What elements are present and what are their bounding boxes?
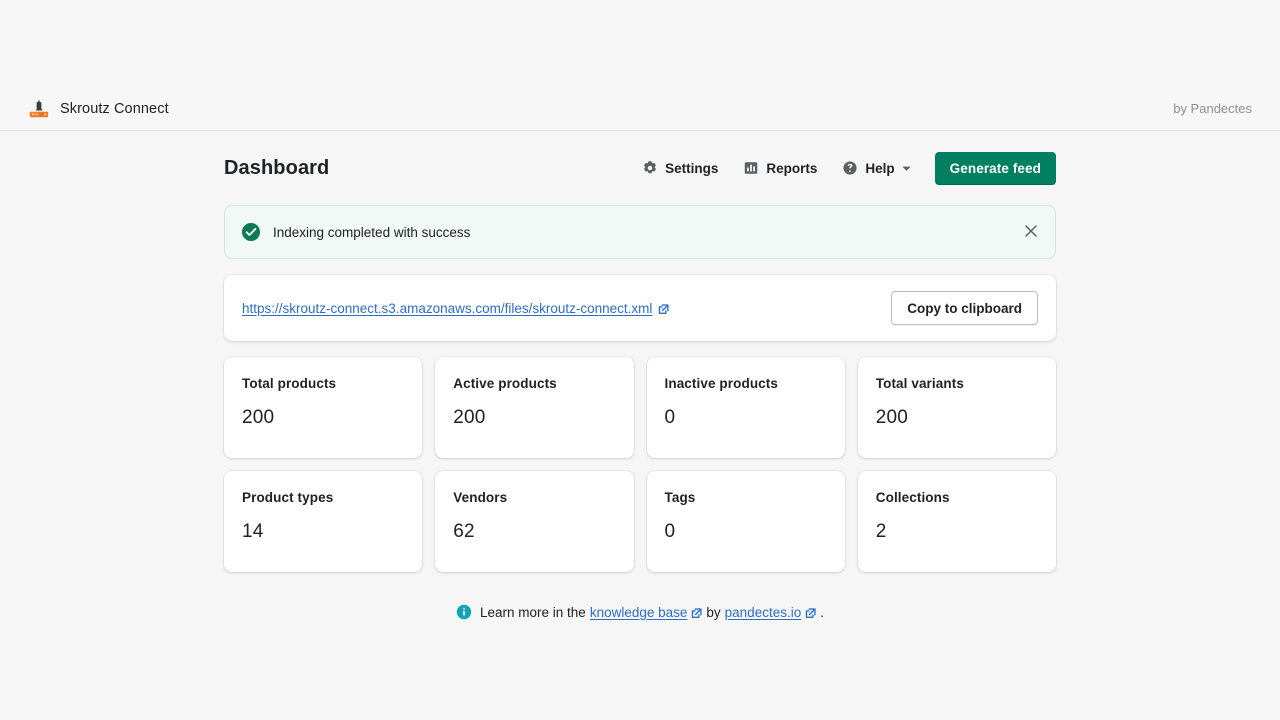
- stat-card-inactive-products: Inactive products 0: [647, 357, 845, 458]
- stat-value: 2: [876, 521, 1038, 543]
- app-bar-brand: Skroutz Connect: [28, 98, 169, 120]
- pandectes-link-label: pandectes.io: [725, 605, 802, 620]
- success-banner: Indexing completed with success: [224, 205, 1056, 259]
- copy-to-clipboard-button[interactable]: Copy to clipboard: [891, 291, 1038, 325]
- stat-value: 14: [242, 521, 404, 543]
- reports-button-label: Reports: [766, 161, 817, 176]
- stat-label: Inactive products: [665, 376, 827, 391]
- info-circle-icon: [456, 604, 472, 620]
- gear-icon: [641, 160, 658, 177]
- stat-value: 0: [665, 521, 827, 543]
- settings-button-label: Settings: [665, 161, 718, 176]
- skroutz-logo-icon: [28, 98, 50, 120]
- stat-card-active-products: Active products 200: [435, 357, 633, 458]
- page-actions: Settings Reports: [632, 152, 1056, 185]
- reports-button[interactable]: Reports: [733, 152, 826, 184]
- stats-grid-row-2: Product types 14 Vendors 62 Tags 0 Colle…: [224, 471, 1056, 572]
- stat-value: 200: [876, 407, 1038, 429]
- page: Dashboard Settings: [0, 131, 1280, 620]
- stat-label: Vendors: [453, 490, 615, 505]
- footer-text: Learn more in the knowledge base by: [480, 605, 824, 620]
- external-link-icon: [691, 607, 702, 618]
- app-attribution: by Pandectes: [1173, 101, 1252, 116]
- help-button-label: Help: [865, 161, 894, 176]
- stat-card-product-types: Product types 14: [224, 471, 422, 572]
- external-link-icon: [658, 303, 669, 314]
- success-check-circle-icon: [241, 222, 261, 242]
- stat-label: Collections: [876, 490, 1038, 505]
- question-circle-icon: [841, 160, 858, 177]
- stat-value: 200: [242, 407, 404, 429]
- stat-label: Active products: [453, 376, 615, 391]
- banner-close-button[interactable]: [1017, 218, 1045, 246]
- footer-lead: Learn more in the: [480, 605, 586, 620]
- chevron-down-icon: [901, 163, 912, 174]
- stat-value: 200: [453, 407, 615, 429]
- external-link-icon: [805, 607, 816, 618]
- help-button[interactable]: Help: [832, 152, 920, 184]
- bar-chart-icon: [742, 160, 759, 177]
- app-root: Skroutz Connect by Pandectes Dashboard S…: [0, 0, 1280, 720]
- pandectes-link[interactable]: pandectes.io: [725, 605, 817, 620]
- feed-url-text: https://skroutz-connect.s3.amazonaws.com…: [242, 301, 652, 316]
- knowledge-base-link-label: knowledge base: [590, 605, 688, 620]
- stat-card-total-variants: Total variants 200: [858, 357, 1056, 458]
- stat-value: 0: [665, 407, 827, 429]
- page-title: Dashboard: [224, 157, 329, 180]
- settings-button[interactable]: Settings: [632, 152, 727, 184]
- feed-url-link[interactable]: https://skroutz-connect.s3.amazonaws.com…: [242, 301, 669, 316]
- stats-grid-row-1: Total products 200 Active products 200 I…: [224, 357, 1056, 458]
- stat-card-vendors: Vendors 62: [435, 471, 633, 572]
- page-container: Dashboard Settings: [224, 151, 1056, 620]
- generate-feed-button[interactable]: Generate feed: [935, 152, 1056, 185]
- footer-mid: by: [706, 605, 720, 620]
- page-header: Dashboard Settings: [224, 151, 1056, 185]
- stat-label: Total products: [242, 376, 404, 391]
- footer-note: Learn more in the knowledge base by: [224, 604, 1056, 620]
- stat-card-tags: Tags 0: [647, 471, 845, 572]
- stat-label: Product types: [242, 490, 404, 505]
- knowledge-base-link[interactable]: knowledge base: [590, 605, 703, 620]
- feed-url-card: https://skroutz-connect.s3.amazonaws.com…: [224, 275, 1056, 341]
- stat-card-total-products: Total products 200: [224, 357, 422, 458]
- app-title: Skroutz Connect: [60, 101, 169, 117]
- close-icon: [1024, 224, 1038, 241]
- app-bar: Skroutz Connect by Pandectes: [0, 87, 1280, 131]
- stat-label: Total variants: [876, 376, 1038, 391]
- success-banner-message: Indexing completed with success: [273, 225, 470, 240]
- footer-trail: .: [820, 605, 824, 620]
- stat-value: 62: [453, 521, 615, 543]
- stat-label: Tags: [665, 490, 827, 505]
- stat-card-collections: Collections 2: [858, 471, 1056, 572]
